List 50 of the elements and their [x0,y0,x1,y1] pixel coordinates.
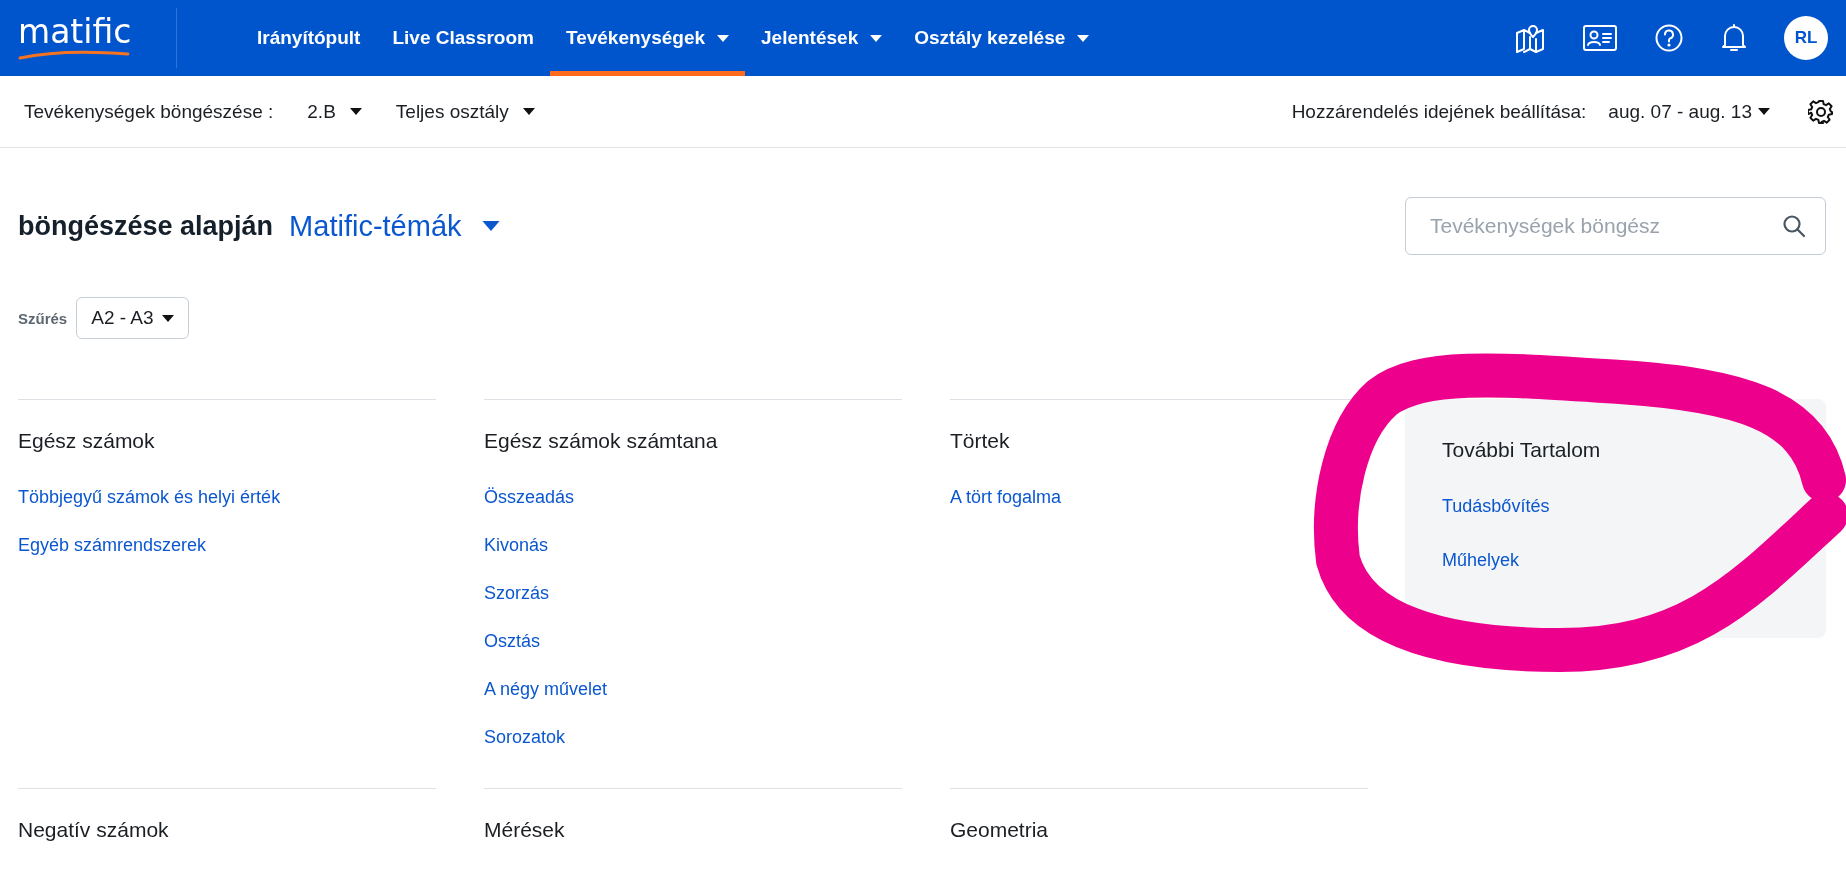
topic-dropdown[interactable]: Matific-témák [289,209,500,243]
topic-link[interactable]: A négy művelet [484,677,608,701]
search-icon [1782,214,1806,238]
caret-icon [870,34,883,42]
filter-dropdown[interactable]: A2 - A3 [76,297,189,339]
class-dropdown[interactable]: 2.B [307,100,362,123]
section-title: Egész számok [18,428,156,454]
id-card-icon [1582,24,1618,52]
topic-link[interactable]: Többjegyű számok és helyi érték [18,485,281,509]
swoosh-icon [18,50,130,60]
page-heading: böngészése alapján [18,210,274,242]
section-title: Egész számok számtana [484,428,719,454]
topic-link[interactable]: Osztás [484,629,540,653]
logo[interactable]: matific [18,0,148,76]
section-title: Geometria [950,817,1050,843]
topic-link[interactable]: Egyéb számrendszerek [18,533,207,557]
topic-link[interactable]: Sorozatok [484,725,566,749]
caret-icon [1077,34,1090,42]
topic-link[interactable]: A tört fogalma [950,485,1062,509]
search-field[interactable]: Tevékenységek böngész [1405,197,1826,255]
nav-tab[interactable]: Live Classroom [376,0,550,76]
caret-icon [1758,108,1770,115]
panel-title: További Tartalom [1442,437,1601,463]
caret-icon [522,108,535,115]
browse-label: Tevékenységek böngészése : [24,100,274,123]
content-link[interactable]: Műhelyek [1442,548,1520,572]
caret-icon [349,108,362,115]
section-title: Mérések [484,817,566,843]
nav-tab[interactable]: Irányítópult [241,0,377,76]
group-dropdown[interactable]: Teljes osztály [395,100,535,123]
caret-icon [481,221,500,231]
topic-link[interactable]: Összeadás [484,485,575,509]
nav-tab[interactable]: Tevékenységek [549,0,746,76]
avatar-button[interactable]: RL [1784,16,1828,60]
section-title: Negatív számok [18,817,170,843]
caret-icon [717,34,730,42]
topic-link[interactable]: Kivonás [484,533,549,557]
help-icon [1654,23,1684,53]
filter-label: Szűrés [18,309,68,327]
assign-time-label: Hozzárendelés idejének beállítása: [1291,100,1587,123]
settings-icon [1808,98,1834,125]
topic-link[interactable]: Szorzás [484,581,550,605]
date-range-dropdown[interactable]: aug. 07 - aug. 13 [1608,100,1770,123]
section-title: Törtek [950,428,1011,454]
nav-tab[interactable]: Osztály kezelése [898,0,1106,76]
caret-icon [161,314,174,322]
bell-icon [1720,23,1748,53]
nav-tab[interactable]: Jelentések [745,0,899,76]
map-icon [1514,23,1546,53]
content-link[interactable]: Tudásbővítés [1442,494,1550,518]
